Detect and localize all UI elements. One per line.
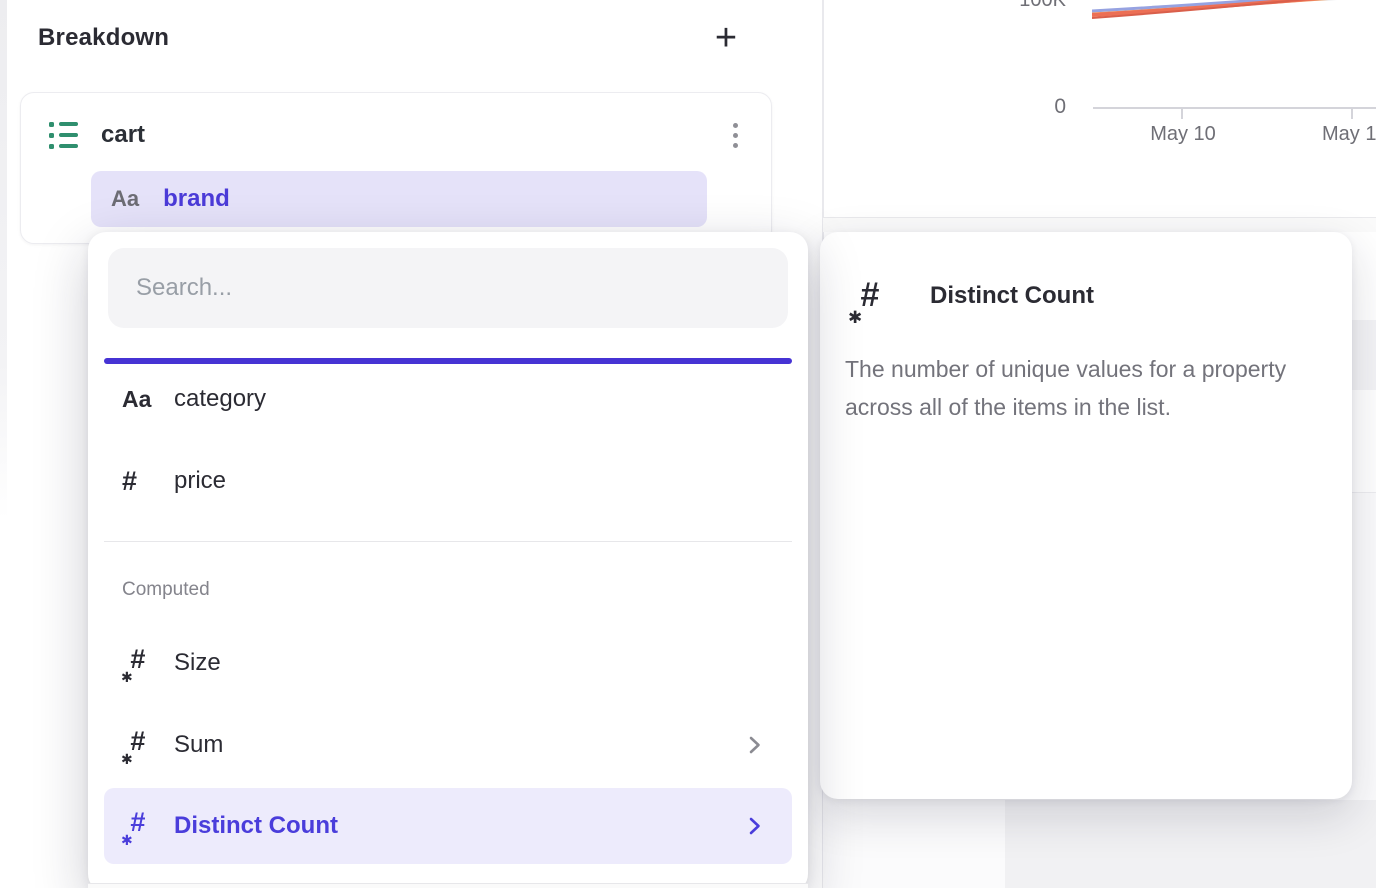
line-chart-series xyxy=(1092,0,1376,22)
hash-glyph: # xyxy=(130,807,145,838)
add-breakdown-button[interactable]: + xyxy=(702,14,750,62)
dropdown-item-label: price xyxy=(174,467,226,495)
property-info-tooltip: ✱ # Distinct Count The number of unique … xyxy=(820,232,1352,799)
chevron-right-icon xyxy=(747,734,762,756)
tooltip-title: Distinct Count xyxy=(930,282,1094,310)
dropdown-item-label: Sum xyxy=(174,731,223,759)
x-axis-line xyxy=(1093,107,1376,109)
computed-number-icon: ✱ # xyxy=(122,809,156,843)
breakdown-group-card: cart Aa brand xyxy=(20,92,772,244)
x-axis-tick xyxy=(1351,108,1353,119)
dropdown-item-label: category xyxy=(174,385,266,413)
x-axis-tick xyxy=(1181,108,1183,119)
kebab-menu-icon[interactable] xyxy=(721,115,749,155)
text-property-icon: Aa xyxy=(122,386,151,413)
dropdown-item-size[interactable]: ✱ # Size xyxy=(104,626,792,700)
left-edge-shadow xyxy=(0,0,7,520)
computed-number-icon: ✱ # xyxy=(122,728,156,762)
property-dropdown: Aa category # price Computed ✱ # Size ✱ … xyxy=(88,232,808,888)
tooltip-description: The number of unique values for a proper… xyxy=(845,350,1327,426)
search-input[interactable] xyxy=(108,248,788,328)
dropdown-item-price[interactable]: # price xyxy=(104,444,792,518)
dropdown-item-distinct-count[interactable]: ✱ # Distinct Count xyxy=(104,788,792,864)
dropdown-footer xyxy=(88,884,808,888)
y-axis-label-0: 0 xyxy=(1038,95,1066,119)
y-axis-label-100k: 100K xyxy=(1008,0,1066,12)
dropdown-item-label: Size xyxy=(174,649,221,677)
computed-section-label: Computed xyxy=(122,576,210,604)
group-header-cart[interactable]: cart xyxy=(49,115,145,155)
dropdown-item-category[interactable]: Aa category xyxy=(104,362,792,436)
hash-glyph: # xyxy=(130,644,145,675)
dropdown-divider xyxy=(104,541,792,542)
list-property-icon xyxy=(49,122,79,149)
selected-property-brand[interactable]: Aa brand xyxy=(91,171,707,227)
breakdown-section-title: Breakdown xyxy=(38,24,169,52)
table-header-strip xyxy=(823,218,1376,232)
selected-property-label: brand xyxy=(163,185,230,213)
text-property-icon: Aa xyxy=(111,186,139,212)
hash-glyph: # xyxy=(860,276,879,315)
query-builder-canvas: 100K 0 May 10 May 17 Breakdown + cart Aa… xyxy=(0,0,1376,888)
dropdown-item-sum[interactable]: ✱ # Sum xyxy=(104,708,792,782)
chevron-right-icon xyxy=(747,815,762,837)
number-property-icon: # xyxy=(122,466,137,497)
x-axis-label-may17: May 17 xyxy=(1322,123,1376,146)
computed-number-icon: ✱ # xyxy=(122,646,156,680)
computed-number-icon: ✱ # xyxy=(848,276,892,320)
table-footer-block xyxy=(1005,800,1376,888)
x-axis-label-may10: May 10 xyxy=(1143,123,1223,146)
dropdown-item-label: Distinct Count xyxy=(174,812,338,840)
hash-glyph: # xyxy=(130,726,145,757)
group-name: cart xyxy=(101,121,145,149)
